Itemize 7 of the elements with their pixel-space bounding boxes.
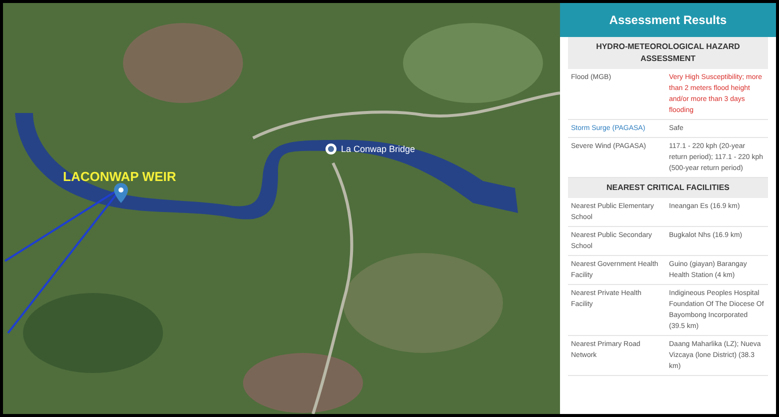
- panel-title: Assessment Results: [560, 3, 776, 37]
- section-heading: HYDRO-METEOROLOGICAL HAZARD ASSESSMENT: [568, 37, 768, 69]
- bridge-marker-icon: [325, 143, 337, 155]
- site-label: LACONWAP WEIR: [63, 168, 176, 186]
- bridge-label: La Conwap Bridge: [341, 143, 416, 156]
- section-heading: NEAREST CRITICAL FACILITIES: [568, 178, 768, 198]
- location-pin-icon[interactable]: [114, 183, 128, 203]
